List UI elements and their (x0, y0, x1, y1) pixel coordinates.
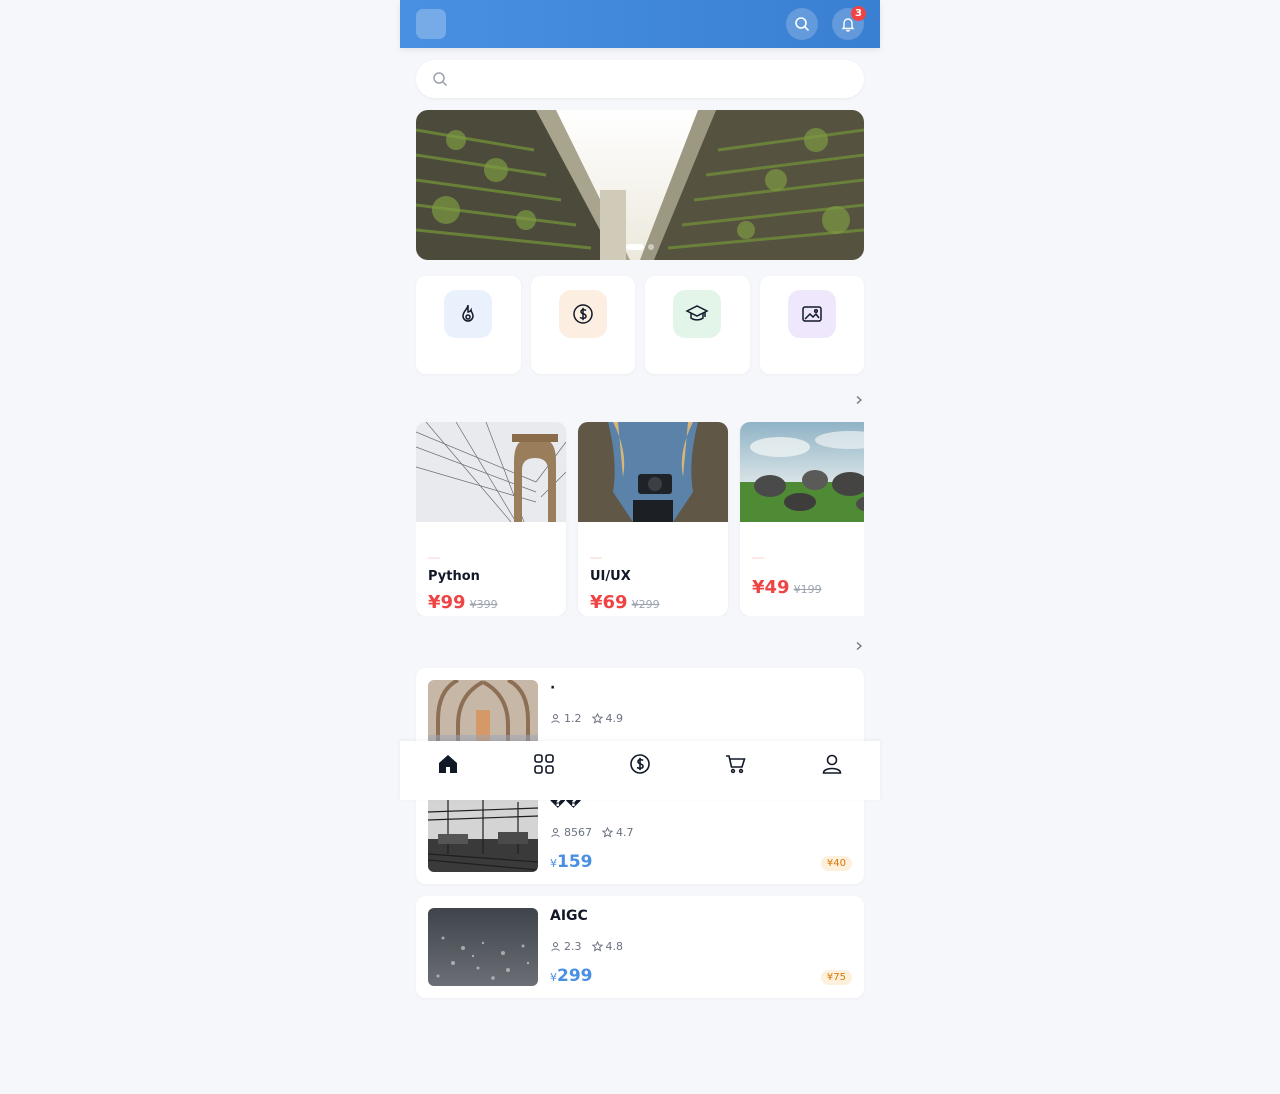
course-old-price: ¥299 (631, 598, 660, 611)
graduation-cap-icon (673, 290, 722, 338)
carousel-dots (416, 244, 864, 250)
search-bar[interactable] (416, 60, 864, 98)
nav-cart[interactable] (688, 741, 784, 800)
learner-count: 1.2 (564, 712, 582, 725)
notification-button[interactable]: 3 (832, 6, 866, 40)
hot-course-card[interactable]: Python ¥99 ¥399 (416, 422, 566, 616)
home-icon (439, 755, 457, 773)
nav-profile[interactable] (784, 741, 880, 800)
chevron-right-icon (856, 642, 862, 650)
list-title: · (550, 680, 556, 696)
course-thumbnail (578, 422, 728, 522)
list-thumbnail (428, 908, 538, 986)
list-price: ¥ 299 (550, 966, 593, 986)
app-shell: 3 Python ¥99 ¥399 UI/UX ¥69 ¥299 ¥49 ¥19… (400, 0, 880, 1094)
user-icon (551, 828, 560, 838)
course-tag (752, 557, 764, 559)
user-icon (551, 942, 560, 952)
dollar-circle-icon (558, 290, 607, 338)
currency-symbol: ¥ (550, 857, 557, 870)
star-icon (591, 713, 603, 724)
course-tag (590, 557, 602, 559)
hot-more-link[interactable] (852, 395, 864, 405)
carousel-dot[interactable] (648, 244, 654, 250)
banner-carousel[interactable] (416, 110, 864, 260)
rating-value: 4.7 (616, 826, 634, 839)
notification-badge: 3 (851, 6, 866, 21)
star-icon (602, 827, 613, 838)
hot-courses-row: Python ¥99 ¥399 UI/UX ¥69 ¥299 ¥49 ¥199 (416, 422, 864, 616)
course-title: Python (428, 569, 480, 584)
course-price: ¥49 (752, 577, 790, 598)
category-paid[interactable] (530, 276, 635, 374)
hot-course-card[interactable]: ¥49 ¥199 (740, 422, 864, 616)
list-thumbnail (428, 794, 538, 872)
list-price: ¥ 159 (550, 852, 593, 872)
logo-icon (416, 9, 446, 39)
hot-section-header (416, 388, 864, 412)
course-title: UI/UX (590, 569, 631, 584)
course-tag (428, 557, 440, 559)
course-price: ¥99 (428, 592, 466, 613)
list-meta: 2.3 4.8 (550, 940, 623, 953)
course-thumbnail (416, 422, 566, 523)
carousel-dot[interactable] (626, 244, 644, 250)
currency-symbol: ¥ (550, 971, 557, 984)
nav-home[interactable] (400, 741, 496, 800)
category-gallery[interactable] (759, 276, 864, 374)
user-icon (822, 754, 842, 774)
cart-icon (726, 755, 746, 774)
learner-count: 2.3 (564, 940, 582, 953)
banner-image (416, 110, 864, 260)
search-icon (433, 72, 448, 87)
fire-icon (444, 290, 493, 338)
hot-course-card[interactable]: UI/UX ¥69 ¥299 (578, 422, 728, 616)
course-thumbnail (740, 422, 864, 522)
price-value: 159 (557, 852, 593, 872)
search-input[interactable] (458, 71, 838, 87)
list-meta: 1.2 4.9 (550, 712, 623, 725)
list-meta: 8567 4.7 (550, 826, 634, 839)
price-value: 299 (557, 966, 593, 986)
image-icon (787, 290, 836, 338)
bottom-navigation (400, 741, 880, 800)
category-grid (416, 276, 864, 374)
star-icon (591, 941, 603, 952)
chevron-right-icon (856, 396, 862, 404)
coupon-badge: ¥40 (820, 856, 852, 871)
search-icon (795, 17, 810, 32)
list-section-header (416, 634, 864, 658)
nav-paid[interactable] (592, 741, 688, 800)
dollar-circle-icon (630, 754, 650, 774)
top-header: 3 (400, 0, 880, 48)
course-price: ¥69 (590, 592, 628, 613)
search-button[interactable] (786, 8, 818, 40)
course-old-price: ¥399 (469, 598, 498, 611)
list-item[interactable]: AIGC 2.3 4.8 ¥ 299 ¥75 (416, 896, 864, 998)
learner-count: 8567 (564, 826, 592, 839)
rating-value: 4.9 (605, 712, 624, 725)
coupon-badge: ¥75 (820, 970, 852, 985)
category-learn[interactable] (645, 276, 750, 374)
list-title: AIGC (550, 908, 588, 924)
user-icon (551, 714, 560, 724)
category-hot[interactable] (416, 276, 521, 374)
list-more-link[interactable] (852, 641, 864, 651)
nav-category[interactable] (496, 741, 592, 800)
course-old-price: ¥199 (793, 583, 822, 596)
rating-value: 4.8 (605, 940, 624, 953)
grid-icon (534, 754, 554, 774)
